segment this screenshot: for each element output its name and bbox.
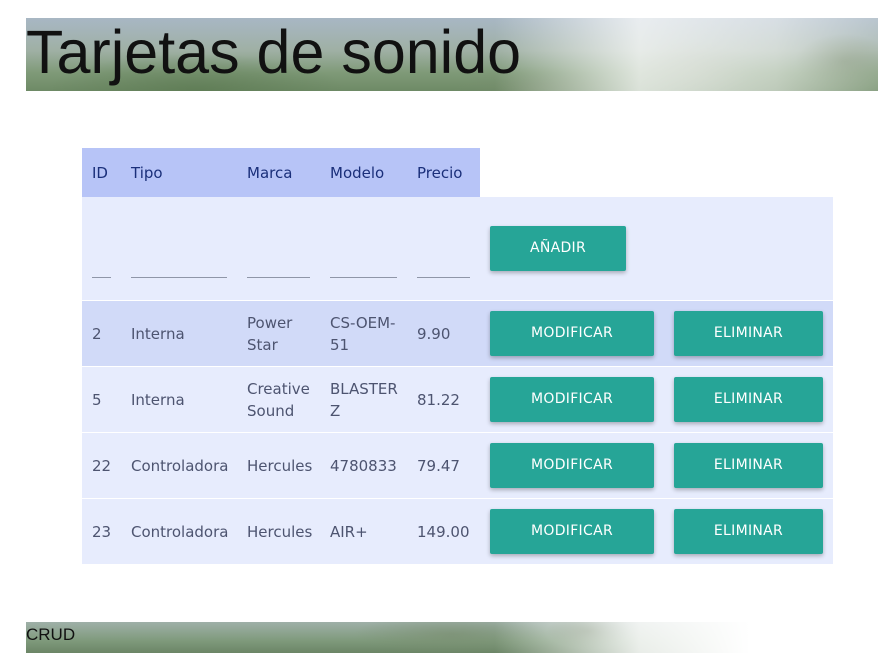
cell-modelo: CS-OEM-51 [320, 300, 407, 367]
cell-delete: ELIMINAR [664, 498, 833, 564]
footer-text: CRUD [26, 625, 76, 644]
modify-button[interactable]: MODIFICAR [490, 443, 654, 488]
tipo-input[interactable] [131, 255, 227, 278]
cell-id: 22 [82, 432, 121, 499]
table-row: 2 Interna Power Star CS-OEM-51 9.90 MODIFICAR… [82, 300, 833, 367]
delete-button[interactable]: ELIMINAR [674, 377, 823, 422]
cell-precio: 79.47 [407, 432, 480, 499]
modify-button[interactable]: MODIFICAR [490, 377, 654, 422]
cell-tipo: Controladora [121, 432, 237, 499]
cell-tipo: Controladora [121, 498, 237, 564]
cell-marca: Power Star [237, 300, 320, 367]
cell-tipo: Interna [121, 366, 237, 433]
cell-delete: ELIMINAR [664, 300, 833, 367]
modify-button[interactable]: MODIFICAR [490, 509, 654, 554]
column-header-marca: Marca [237, 148, 320, 197]
cell-id: 23 [82, 498, 121, 564]
column-header-spacer [480, 148, 664, 197]
cell-modelo: 4780833 [320, 432, 407, 499]
cell-id: 5 [82, 366, 121, 433]
column-header-id: ID [82, 148, 121, 197]
cell-marca: Hercules [237, 498, 320, 564]
modify-button[interactable]: MODIFICAR [490, 311, 654, 356]
table-row: 5 Interna Creative Sound BLASTER Z 81.22 MODI… [82, 366, 833, 433]
cell-delete: ELIMINAR [664, 432, 833, 499]
cell-id: 2 [82, 300, 121, 367]
add-cell-marca [237, 197, 320, 301]
cell-precio: 81.22 [407, 366, 480, 433]
add-cell-id [82, 197, 121, 301]
cell-delete: ELIMINAR [664, 366, 833, 433]
table-row: 22 Controladora Hercules 4780833 79.47 MODIFI… [82, 432, 833, 499]
add-row: AÑADIR [82, 197, 833, 301]
precio-input[interactable] [417, 255, 470, 278]
column-header-precio: Precio [407, 148, 480, 197]
cell-precio: 149.00 [407, 498, 480, 564]
delete-button[interactable]: ELIMINAR [674, 509, 823, 554]
table-row: 23 Controladora Hercules AIR+ 149.00 MODIFICA… [82, 498, 833, 564]
add-cell-empty [664, 197, 833, 301]
delete-button[interactable]: ELIMINAR [674, 443, 823, 488]
delete-button[interactable]: ELIMINAR [674, 311, 823, 356]
cell-modify: MODIFICAR [480, 366, 664, 433]
add-cell-modelo [320, 197, 407, 301]
marca-input[interactable] [247, 255, 310, 278]
cell-tipo: Interna [121, 300, 237, 367]
column-header-modelo: Modelo [320, 148, 407, 197]
cell-marca: Creative Sound [237, 366, 320, 433]
footer-banner: CRUD [26, 622, 878, 653]
cell-modelo: AIR+ [320, 498, 407, 564]
add-cell-action: AÑADIR [480, 197, 664, 301]
add-button[interactable]: AÑADIR [490, 226, 626, 271]
id-input[interactable] [92, 255, 111, 278]
cell-modify: MODIFICAR [480, 498, 664, 564]
table-header-row: ID Tipo Marca Modelo Precio [82, 148, 833, 197]
column-header-tipo: Tipo [121, 148, 237, 197]
add-cell-tipo [121, 197, 237, 301]
header-banner: Tarjetas de sonido [26, 18, 878, 91]
column-header-spacer [664, 148, 833, 197]
cell-marca: Hercules [237, 432, 320, 499]
page-title: Tarjetas de sonido [26, 18, 522, 86]
cell-modify: MODIFICAR [480, 432, 664, 499]
cell-precio: 9.90 [407, 300, 480, 367]
cell-modelo: BLASTER Z [320, 366, 407, 433]
modelo-input[interactable] [330, 255, 397, 278]
sound-cards-table: ID Tipo Marca Modelo Precio AÑADIR 2 Int… [82, 148, 833, 564]
add-cell-precio [407, 197, 480, 301]
cell-modify: MODIFICAR [480, 300, 664, 367]
